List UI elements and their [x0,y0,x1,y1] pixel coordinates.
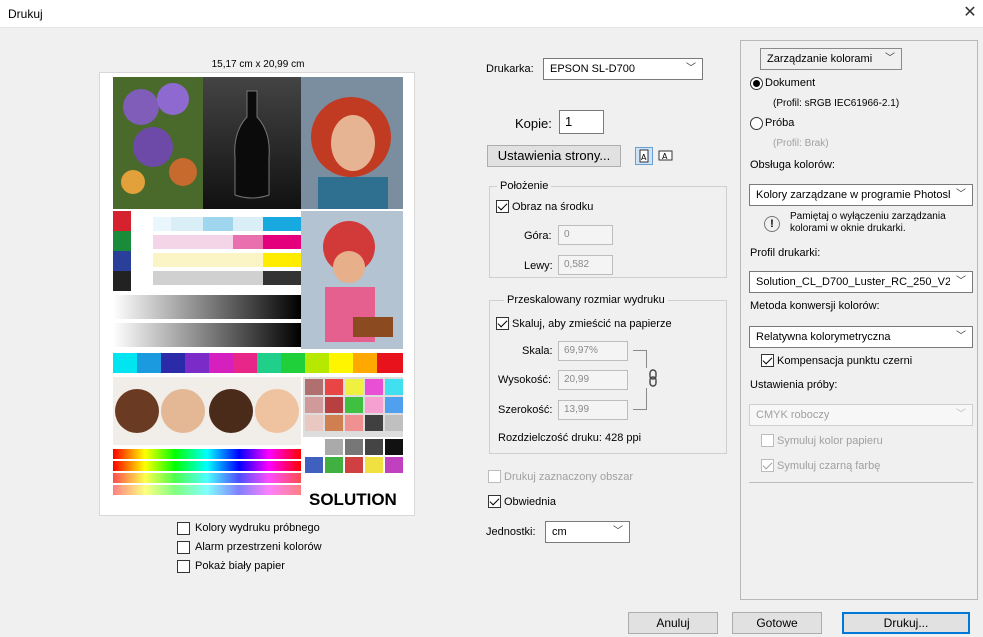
svg-text:A: A [641,153,647,162]
proof-setup-select[interactable]: CMYK roboczy ﹀ [749,404,973,426]
scale-input[interactable]: 69,97% [558,341,628,361]
cancel-button[interactable]: Anuluj [628,612,718,634]
printer-select[interactable]: EPSON SL-D700 ﹀ [543,58,703,80]
proof-colors-label: Kolory wydruku próbnego [195,522,320,534]
rendering-intent-value: Relatywna kolorymetryczna [756,331,891,343]
printer-value: EPSON SL-D700 [550,63,635,75]
copies-input[interactable]: 1 [559,110,604,134]
bounding-box-checkbox[interactable] [488,495,501,508]
height-input[interactable]: 20,99 [558,370,628,390]
simulate-paper-checkbox[interactable] [761,434,774,447]
print-button[interactable]: Drukuj... [842,612,970,634]
printer-profile-value: Solution_CL_D700_Luster_RC_250_V2.icm [756,276,950,288]
print-preview: SOLUTION [99,72,415,516]
print-resolution: Rozdzielczość druku: 428 ppi [498,432,642,444]
chevron-down-icon: ﹀ [686,63,696,74]
document-profile: (Profil: sRGB IEC61966-2.1) [773,98,900,109]
rendering-intent-label: Metoda konwersji kolorów: [750,300,880,312]
left-label: Lewy: [524,260,553,272]
chevron-down-icon: ﹀ [885,53,895,64]
units-select[interactable]: cm ﹀ [545,521,630,543]
width-label: Szerokość: [498,404,553,416]
page-setup-button[interactable]: Ustawienia strony... [487,145,621,167]
portrait-orientation-icon[interactable]: A [635,147,653,165]
proof-setup-label: Ustawienia próby: [750,379,838,391]
proof-radio[interactable] [750,117,763,130]
units-label: Jednostki: [486,526,536,538]
show-paper-white-label: Pokaż biały papier [195,560,285,572]
color-management-select[interactable]: Zarządzanie kolorami ﹀ [760,48,902,70]
chain-link-icon[interactable] [646,368,660,388]
center-image-label: Obraz na środku [512,201,594,213]
top-input[interactable]: 0 [558,225,613,245]
gamut-warning-label: Alarm przestrzeni kolorów [195,541,322,553]
preview-dimensions: 15,17 cm x 20,99 cm [211,59,305,70]
top-label: Góra: [524,230,552,242]
black-point-checkbox[interactable] [761,354,774,367]
test-chart-image: SOLUTION [113,77,403,509]
printer-profile-label: Profil drukarki: [750,247,821,259]
proof-profile: (Profil: Brak) [773,138,829,149]
units-value: cm [552,526,567,538]
chevron-down-icon: ﹀ [956,189,966,200]
height-label: Wysokość: [498,374,552,386]
print-selection-checkbox[interactable] [488,470,501,483]
print-selection-label: Drukuj zaznaczony obszar [504,471,634,483]
scale-to-fit-checkbox[interactable] [496,317,509,330]
copies-label: Kopie: [515,116,552,131]
color-handling-value: Kolory zarządzane w programie Photosh... [756,189,950,201]
simulate-ink-label: Symuluj czarną farbę [777,460,881,472]
color-management-value: Zarządzanie kolorami [767,53,873,65]
landscape-orientation-icon[interactable]: A [657,147,675,165]
bounding-box-label: Obwiednia [504,496,556,508]
proof-setup-value: CMYK roboczy [756,409,830,421]
scaling-title: Przeskalowany rozmiar wydruku [504,294,668,306]
left-input[interactable]: 0,582 [558,255,613,275]
solution-logo: SOLUTION [309,490,397,509]
color-handling-label: Obsługa kolorów: [750,159,835,171]
center-image-checkbox[interactable] [496,200,509,213]
printer-profile-select[interactable]: Solution_CL_D700_Luster_RC_250_V2.icm ﹀ [749,271,973,293]
gamut-warning-checkbox[interactable] [177,541,190,554]
link-bracket [633,350,647,410]
simulate-paper-label: Symuluj kolor papieru [777,435,883,447]
chevron-down-icon: ﹀ [613,526,623,537]
document-label: Dokument [765,77,816,89]
title-bar: Drukuj ✕ [0,0,983,28]
close-icon[interactable]: ✕ [961,4,979,22]
rendering-intent-select[interactable]: Relatywna kolorymetryczna ﹀ [749,326,973,348]
chevron-down-icon: ﹀ [956,331,966,342]
info-icon: ! [764,216,780,232]
panel-divider [749,482,973,483]
done-button[interactable]: Gotowe [732,612,822,634]
svg-text:A: A [662,152,668,161]
proof-colors-checkbox[interactable] [177,522,190,535]
chevron-down-icon: ﹀ [956,276,966,287]
black-point-label: Kompensacja punktu czerni [777,355,913,367]
show-paper-white-checkbox[interactable] [177,560,190,573]
printer-label: Drukarka: [486,63,534,75]
proof-label: Próba [765,117,795,129]
color-handling-select[interactable]: Kolory zarządzane w programie Photosh...… [749,184,973,206]
preview-image: SOLUTION [113,77,403,511]
window-title: Drukuj [8,7,43,21]
document-radio[interactable] [750,77,763,90]
width-input[interactable]: 13,99 [558,400,628,420]
scale-label: Skala: [522,345,553,357]
chevron-down-icon: ﹀ [956,409,966,420]
color-warning-text: Pamiętaj o wyłączeniu zarządzania kolora… [790,211,946,234]
position-title: Położenie [497,180,552,192]
simulate-ink-checkbox[interactable] [761,459,774,472]
scale-to-fit-label: Skaluj, aby zmieścić na papierze [512,318,672,330]
